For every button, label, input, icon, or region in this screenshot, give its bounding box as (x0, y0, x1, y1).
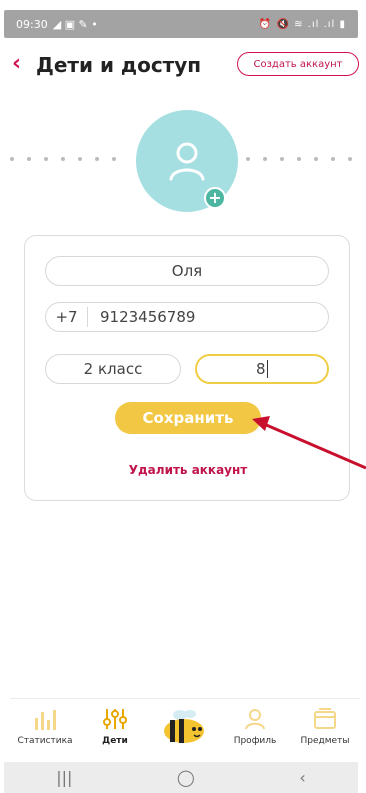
grade-value: 2 класс (83, 360, 143, 378)
dot (297, 157, 301, 161)
system-back-icon[interactable]: ‹ (299, 768, 305, 787)
notification-icons: ◢ ▣ ✎ • (52, 17, 98, 31)
class-letter-field[interactable]: 8 (195, 354, 329, 384)
save-button[interactable]: Сохранить (115, 402, 261, 434)
add-photo-icon[interactable]: + (204, 187, 226, 209)
phone-code: +7 (46, 307, 88, 327)
screen: 09:30 ◢ ▣ ✎ • ⏰ 🔇 ≋ .ıl .ıl ▮ ‹ Дети и д… (0, 0, 366, 793)
recents-icon[interactable]: ||| (56, 768, 72, 787)
decorative-dots-right (246, 157, 352, 161)
name-value: Оля (171, 262, 203, 280)
dot (27, 157, 31, 161)
dot (331, 157, 335, 161)
back-chevron-icon[interactable]: ‹ (12, 52, 21, 76)
status-time: 09:30 (16, 17, 48, 31)
status-bar: 09:30 ◢ ▣ ✎ • ⏰ 🔇 ≋ .ıl .ıl ▮ (4, 10, 358, 38)
dot (314, 157, 318, 161)
nav-label-statistics: Статистика (17, 735, 73, 746)
dot (61, 157, 65, 161)
dot (348, 157, 352, 161)
child-form-card: Оля +7 9123456789 2 класс 8 Сохранить Уд… (24, 235, 350, 501)
dot (95, 157, 99, 161)
page-title: Дети и доступ (36, 53, 202, 77)
name-field[interactable]: Оля (45, 256, 329, 286)
bar-chart-icon (35, 709, 56, 730)
dot (78, 157, 82, 161)
dot (112, 157, 116, 161)
nav-item-children[interactable]: Дети (84, 708, 146, 746)
folder-icon (314, 707, 336, 729)
create-account-button[interactable]: Создать аккаунт (237, 52, 359, 76)
grade-select[interactable]: 2 класс (45, 354, 181, 384)
nav-label-subjects: Предметы (300, 735, 350, 746)
dot (246, 157, 250, 161)
person-icon (245, 708, 265, 729)
dot (280, 157, 284, 161)
nav-item-statistics[interactable]: Статистика (14, 708, 76, 746)
nav-label-profile: Профиль (233, 735, 277, 746)
text-cursor (266, 360, 269, 378)
phone-field[interactable]: +7 9123456789 (45, 302, 329, 332)
nav-item-home[interactable] (154, 709, 216, 745)
bottom-navigation: Статистика Дети Профиль Предметы (10, 698, 360, 754)
delete-account-link[interactable]: Удалить аккаунт (25, 463, 351, 477)
sliders-icon (103, 708, 127, 729)
dot (44, 157, 48, 161)
system-navigation-bar: ||| ◯ ‹ (4, 762, 358, 793)
header: ‹ Дети и доступ Создать аккаунт (0, 48, 366, 84)
nav-label-children: Дети (102, 735, 128, 746)
decorative-dots-left (10, 157, 116, 161)
dot (263, 157, 267, 161)
status-left: 09:30 ◢ ▣ ✎ • (16, 18, 98, 31)
nav-item-subjects[interactable]: Предметы (294, 707, 356, 746)
bee-mascot-icon (164, 709, 204, 743)
system-icons: ⏰ 🔇 ≋ .ıl .ıl ▮ (258, 18, 346, 30)
class-letter-value: 8 (255, 360, 266, 378)
phone-value: 9123456789 (100, 308, 196, 326)
dot (10, 157, 14, 161)
home-icon[interactable]: ◯ (177, 768, 195, 787)
person-icon (169, 142, 205, 181)
nav-item-profile[interactable]: Профиль (224, 708, 286, 746)
